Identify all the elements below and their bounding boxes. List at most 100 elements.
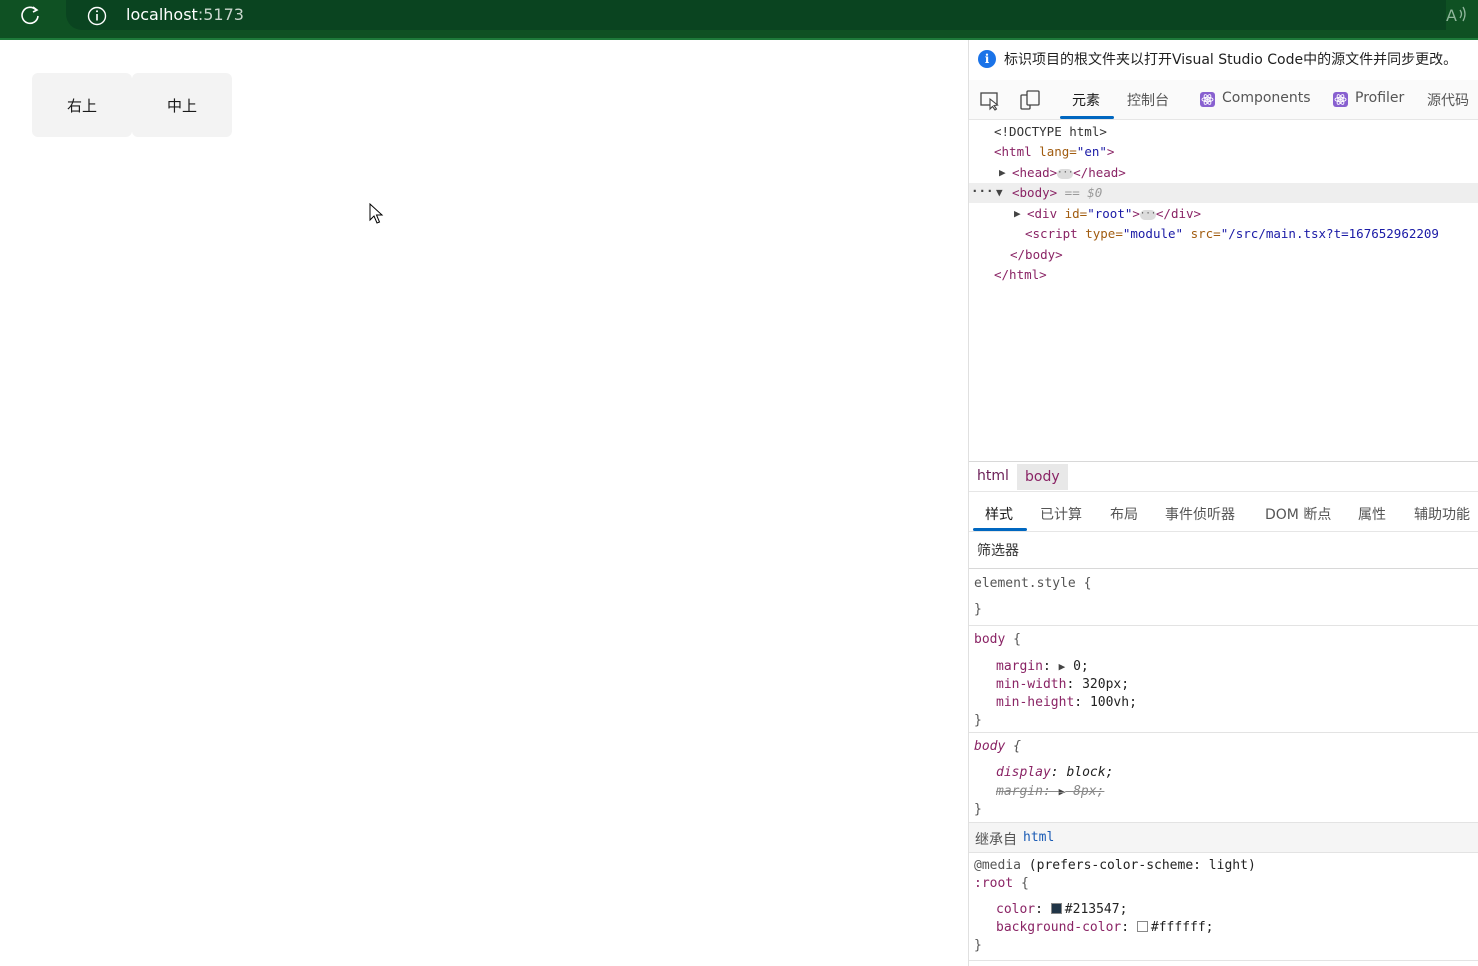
breadcrumb-body[interactable]: body <box>1017 464 1068 490</box>
tab-layout[interactable]: 布局 <box>1110 504 1138 524</box>
prop-value: 0; <box>1073 659 1089 674</box>
site-info-icon[interactable] <box>84 2 110 28</box>
prop-name: display <box>996 765 1051 780</box>
tab-components[interactable]: Components <box>1222 90 1311 106</box>
selected-marker: == $0 <box>1057 185 1103 200</box>
prop-value: #213547; <box>1064 902 1128 917</box>
div-tag: <div <box>1027 206 1058 221</box>
page-viewport: 右上 中上 <box>0 40 968 966</box>
dom-node-head[interactable]: ▶ <head>···</head> <box>969 163 1478 183</box>
collapse-triangle-icon[interactable]: ▼ <box>996 186 1003 199</box>
top-right-button[interactable]: 右上 <box>32 73 132 137</box>
rule-open: { <box>1013 876 1029 891</box>
rule-close: } <box>974 938 982 953</box>
prop-value: 100vh; <box>1089 695 1137 710</box>
rule-body-useragent[interactable]: body { display: block; margin: ▶ 8px; } <box>969 733 1478 823</box>
tab-event-listeners[interactable]: 事件侦听器 <box>1165 504 1235 524</box>
tab-console[interactable]: 控制台 <box>1127 90 1169 110</box>
more-dots-icon[interactable]: ··· <box>971 183 994 198</box>
device-toolbar-icon[interactable] <box>1019 89 1041 111</box>
rule-open: { <box>1005 739 1021 754</box>
css-prop-min-width[interactable]: min-width: 320px; <box>996 677 1129 692</box>
expand-triangle-icon[interactable]: ▶ <box>1014 207 1021 220</box>
top-center-button[interactable]: 中上 <box>132 73 232 137</box>
active-subtab-indicator <box>973 528 1027 531</box>
filter-input[interactable] <box>975 539 1455 563</box>
dom-node-root-div[interactable]: ▶ <div id="root">···</div> <box>969 204 1478 224</box>
tab-profiler[interactable]: Profiler <box>1355 90 1404 106</box>
script-attr-type-value: "module" <box>1122 226 1184 241</box>
dom-node-body-close[interactable]: </body> <box>969 245 1478 265</box>
color-swatch-icon[interactable] <box>1050 903 1062 914</box>
expand-triangle-icon[interactable]: ▶ <box>1059 660 1066 673</box>
react-profiler-icon <box>1333 92 1348 107</box>
head-tag: <head> <box>1012 165 1058 180</box>
active-tab-indicator <box>1060 116 1114 119</box>
rule-close: } <box>974 713 982 728</box>
expand-triangle-icon[interactable]: ▶ <box>999 166 1006 179</box>
css-prop-background-color[interactable]: background-color: #ffffff; <box>996 920 1214 935</box>
dom-node-html[interactable]: <html lang="en"> <box>969 142 1478 162</box>
prop-name: margin <box>996 784 1043 799</box>
color-swatch-icon[interactable] <box>1136 921 1148 932</box>
script-tag: <script <box>1025 226 1078 241</box>
script-attr-src: src= <box>1183 226 1221 241</box>
dom-tree: <!DOCTYPE html> <html lang="en"> ▶ <head… <box>969 122 1478 462</box>
css-prop-color[interactable]: color: #213547; <box>996 902 1127 917</box>
css-prop-min-height[interactable]: min-height: 100vh; <box>996 695 1137 710</box>
prop-name: min-height <box>996 695 1075 710</box>
expand-triangle-icon[interactable]: ▶ <box>1059 785 1066 798</box>
media-keyword: @media <box>974 858 1021 873</box>
inherited-link[interactable]: html <box>1023 830 1054 845</box>
rule-root-media[interactable]: @media (prefers-color-scheme: light) :ro… <box>969 853 1478 961</box>
rule-element-style[interactable]: element.style { } <box>969 570 1478 626</box>
prop-value: block; <box>1066 765 1114 780</box>
tab-computed[interactable]: 已计算 <box>1040 504 1082 524</box>
html-tag: <html <box>994 144 1032 159</box>
rule-body-author[interactable]: body { margin: ▶ 0; min-width: 320px; mi… <box>969 626 1478 733</box>
tab-sources[interactable]: 源代码 <box>1427 90 1469 110</box>
tab-dom-breakpoints[interactable]: DOM 断点 <box>1265 504 1331 524</box>
tab-elements[interactable]: 元素 <box>1072 90 1100 110</box>
div-close-tag: </div> <box>1155 206 1202 221</box>
prop-value: #ffffff; <box>1150 920 1214 935</box>
html-attr: lang= <box>1031 144 1077 159</box>
address-bar[interactable] <box>66 0 1446 30</box>
dom-node-doctype[interactable]: <!DOCTYPE html> <box>969 122 1478 142</box>
dom-node-html-close[interactable]: </html> <box>969 265 1478 285</box>
rule-selector: :root <box>974 876 1014 891</box>
media-query: (prefers-color-scheme: light) <box>1020 858 1256 873</box>
inherited-label: 继承自 <box>975 832 1017 848</box>
url-text[interactable]: localhost:5173 <box>126 5 244 24</box>
info-icon: i <box>978 50 996 68</box>
dom-node-script[interactable]: <script type="module" src="/src/main.tsx… <box>969 224 1478 244</box>
rule-close: } <box>974 602 982 617</box>
tab-styles[interactable]: 样式 <box>985 504 1013 524</box>
css-prop-display[interactable]: display: block; <box>996 765 1113 780</box>
css-prop-margin[interactable]: margin: ▶ 0; <box>996 659 1089 674</box>
dom-node-body[interactable]: ··· ▼ <body> == $0 <box>969 183 1478 203</box>
div-attr: id= <box>1057 206 1088 221</box>
rule-close: } <box>974 802 982 817</box>
tab-properties[interactable]: 属性 <box>1358 504 1386 524</box>
prop-name: margin <box>996 659 1043 674</box>
ellipsis-badge[interactable]: ··· <box>1139 209 1156 220</box>
script-attr-type: type= <box>1077 226 1123 241</box>
rule-selector: body <box>974 632 1006 647</box>
rule-open: { <box>1005 632 1021 647</box>
tab-accessibility[interactable]: 辅助功能 <box>1414 504 1470 524</box>
prop-name: background-color <box>996 920 1122 935</box>
banner-message: 标识项目的根文件夹以打开Visual Studio Code中的源文件并同步更改… <box>1004 52 1458 68</box>
css-prop-margin-overridden[interactable]: margin: ▶ 8px; <box>996 784 1104 799</box>
prop-name: color <box>996 902 1036 917</box>
url-host: localhost <box>126 5 198 24</box>
prop-value: 8px; <box>1073 784 1105 799</box>
ellipsis-badge[interactable]: ··· <box>1057 168 1073 179</box>
mouse-cursor-icon <box>369 202 385 225</box>
inspect-element-icon[interactable] <box>979 89 1001 111</box>
devtools-panel: i 标识项目的根文件夹以打开Visual Studio Code中的源文件并同步… <box>968 40 1478 966</box>
reload-icon[interactable] <box>14 2 46 30</box>
breadcrumb-html[interactable]: html <box>977 468 1009 484</box>
body-tag: <body> <box>1012 185 1058 200</box>
read-aloud-icon[interactable]: A <box>1444 4 1470 26</box>
